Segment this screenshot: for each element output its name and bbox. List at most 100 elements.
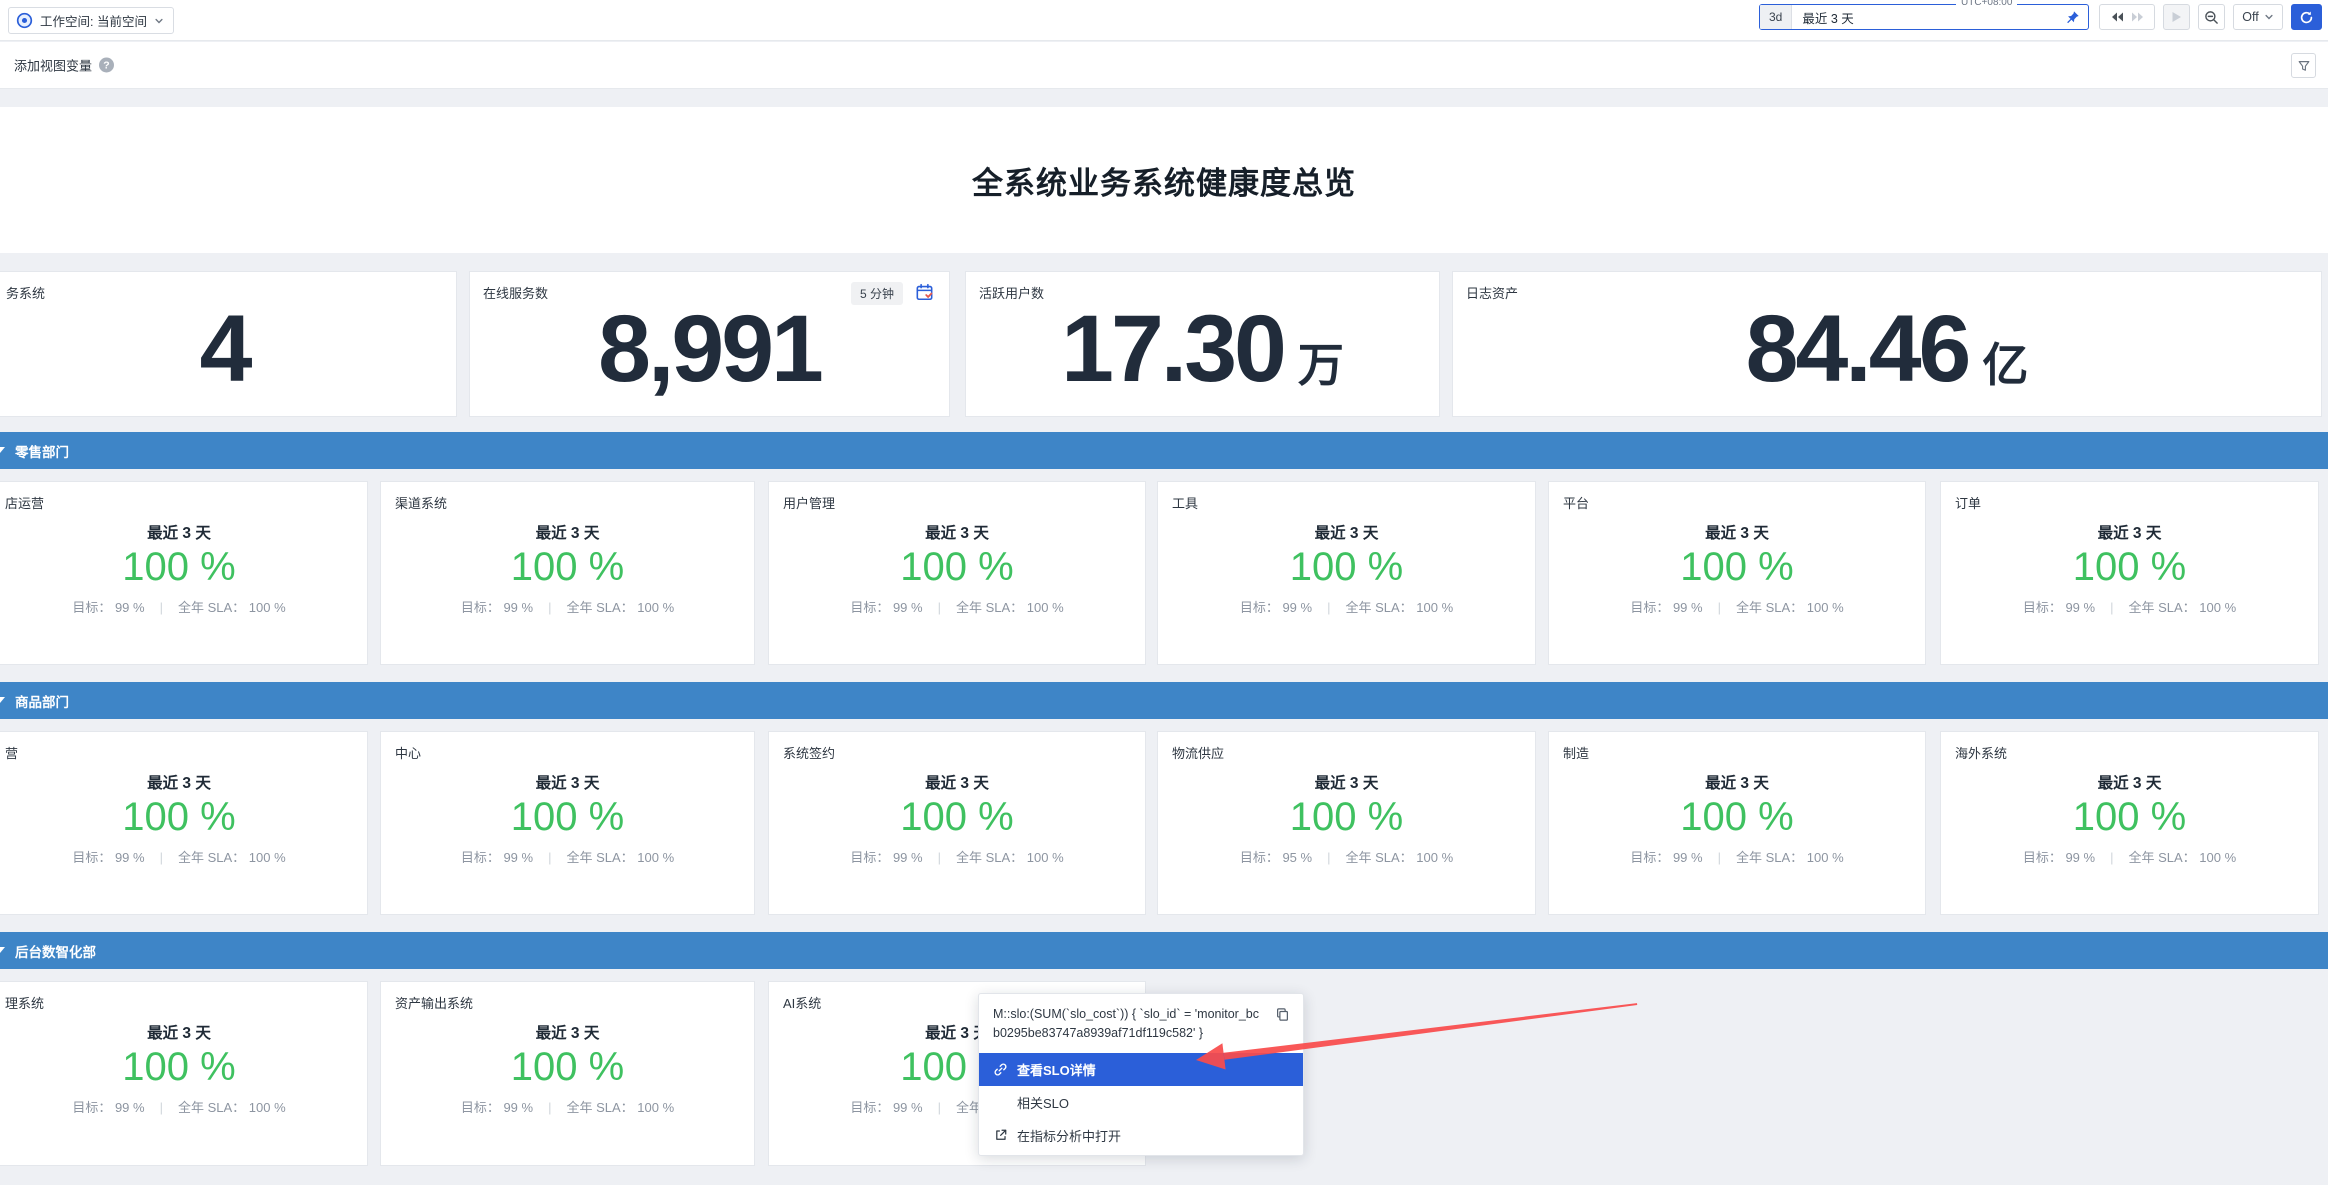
- zoom-out-button[interactable]: [2198, 4, 2225, 30]
- skip-forward-icon[interactable]: [2131, 11, 2145, 23]
- top-bar: 工作空间: 当前空间 UTC+08:00 3d 最近 3 天: [0, 0, 2328, 41]
- slo-card[interactable]: 渠道系统 最近 3 天 100 % 目标： 99 %|全年 SLA： 100 %: [380, 481, 755, 665]
- slo-value[interactable]: 100 %: [0, 546, 367, 588]
- slo-card-title: 用户管理: [783, 493, 835, 512]
- timezone-label: UTC+08:00: [1956, 0, 2017, 8]
- stat-label: 在线服务数: [483, 283, 548, 302]
- scheduled-refresh-icon: [915, 283, 934, 302]
- slo-value[interactable]: 100 %: [0, 796, 367, 838]
- slo-period: 最近 3 天: [0, 521, 367, 543]
- slo-meta: 目标： 99 %|全年 SLA： 100 %: [381, 1097, 754, 1116]
- help-icon[interactable]: ?: [99, 58, 114, 73]
- stat-value: 8,991: [598, 302, 821, 397]
- slo-card[interactable]: 店运营 最近 3 天 100 % 目标： 99 %|全年 SLA： 100 %: [0, 481, 368, 665]
- collapse-caret-icon: [0, 697, 5, 703]
- auto-refresh-dropdown[interactable]: Off: [2233, 4, 2283, 30]
- slo-meta: 目标： 99 %|全年 SLA： 100 %: [769, 597, 1145, 616]
- slo-period: 最近 3 天: [0, 1021, 367, 1043]
- time-range-input[interactable]: UTC+08:00 3d 最近 3 天: [1759, 4, 2089, 30]
- slo-meta: 目标： 99 %|全年 SLA： 100 %: [1549, 847, 1925, 866]
- slo-card-title: 店运营: [5, 493, 44, 512]
- slo-value[interactable]: 100 %: [0, 1046, 367, 1088]
- slo-value[interactable]: 100 %: [769, 796, 1145, 838]
- slo-card[interactable]: 营 最近 3 天 100 % 目标： 99 %|全年 SLA： 100 %: [0, 731, 368, 915]
- play-icon: [2171, 11, 2182, 23]
- slo-value[interactable]: 100 %: [1549, 796, 1925, 838]
- context-menu-item[interactable]: 在指标分析中打开: [979, 1119, 1303, 1152]
- section-title: 商品部门: [15, 691, 69, 711]
- slo-value[interactable]: 100 %: [381, 796, 754, 838]
- context-menu-item[interactable]: 相关SLO: [979, 1086, 1303, 1119]
- section-title: 零售部门: [15, 441, 69, 461]
- chevron-down-icon: [2264, 12, 2274, 22]
- slo-value[interactable]: 100 %: [1941, 546, 2318, 588]
- slo-period: 最近 3 天: [381, 771, 754, 793]
- slo-value[interactable]: 100 %: [381, 546, 754, 588]
- filter-button[interactable]: [2291, 53, 2316, 78]
- stat-value: 17.30: [1061, 302, 1284, 397]
- slo-period: 最近 3 天: [1158, 771, 1535, 793]
- slo-card-row: 店运营 最近 3 天 100 % 目标： 99 %|全年 SLA： 100 % …: [0, 481, 2328, 665]
- collapse-caret-icon: [0, 447, 5, 453]
- slo-card-title: 海外系统: [1955, 743, 2007, 762]
- refresh-button[interactable]: [2291, 4, 2322, 30]
- time-controls: UTC+08:00 3d 最近 3 天 Off: [1759, 4, 2322, 30]
- slo-card-title: 营: [5, 743, 18, 762]
- refresh-icon: [2299, 10, 2314, 25]
- stat-label: 日志资产: [1466, 283, 1518, 302]
- slo-card[interactable]: 系统签约 最近 3 天 100 % 目标： 99 %|全年 SLA： 100 %: [768, 731, 1146, 915]
- context-menu-item[interactable]: 查看SLO详情: [979, 1053, 1303, 1086]
- slo-card-title: 资产输出系统: [395, 993, 473, 1012]
- stat-label: 活跃用户数: [979, 283, 1044, 302]
- play-button[interactable]: [2163, 4, 2190, 30]
- funnel-icon: [2297, 59, 2311, 73]
- slo-value[interactable]: 100 %: [381, 1046, 754, 1088]
- slo-value[interactable]: 100 %: [1549, 546, 1925, 588]
- chevron-down-icon: [154, 16, 164, 26]
- slo-card[interactable]: 制造 最近 3 天 100 % 目标： 99 %|全年 SLA： 100 %: [1548, 731, 1926, 915]
- stat-card[interactable]: 在线服务数 5 分钟 8,991: [469, 271, 950, 417]
- copy-icon[interactable]: [1275, 1007, 1290, 1022]
- slo-meta: 目标： 99 %|全年 SLA： 100 %: [1941, 597, 2318, 616]
- external-link-icon: [993, 1128, 1008, 1143]
- slo-meta: 目标： 99 %|全年 SLA： 100 %: [1549, 597, 1925, 616]
- context-menu-item-label: 查看SLO详情: [1017, 1060, 1096, 1079]
- slo-card[interactable]: 订单 最近 3 天 100 % 目标： 99 %|全年 SLA： 100 %: [1940, 481, 2319, 665]
- stat-label: 务系统: [6, 283, 45, 302]
- slo-card[interactable]: 工具 最近 3 天 100 % 目标： 99 %|全年 SLA： 100 %: [1157, 481, 1536, 665]
- slo-card[interactable]: 用户管理 最近 3 天 100 % 目标： 99 %|全年 SLA： 100 %: [768, 481, 1146, 665]
- slo-period: 最近 3 天: [381, 1021, 754, 1043]
- slo-card[interactable]: 平台 最近 3 天 100 % 目标： 99 %|全年 SLA： 100 %: [1548, 481, 1926, 665]
- slo-period: 最近 3 天: [769, 771, 1145, 793]
- slo-card[interactable]: 海外系统 最近 3 天 100 % 目标： 99 %|全年 SLA： 100 %: [1940, 731, 2319, 915]
- pin-icon[interactable]: [2065, 10, 2080, 25]
- workspace-logo-icon: [16, 12, 33, 29]
- stat-card[interactable]: 务系统 4: [0, 271, 457, 417]
- slo-meta: 目标： 99 %|全年 SLA： 100 %: [381, 847, 754, 866]
- workspace-label: 工作空间: 当前空间: [40, 11, 147, 30]
- stat-unit: 万: [1298, 342, 1344, 388]
- page-title: 全系统业务系统健康度总览: [972, 158, 1356, 203]
- stat-card[interactable]: 日志资产 84.46 亿: [1452, 271, 2322, 417]
- section-header[interactable]: 零售部门: [0, 432, 2328, 469]
- stat-card[interactable]: 活跃用户数 17.30 万: [965, 271, 1440, 417]
- slo-card[interactable]: 资产输出系统 最近 3 天 100 % 目标： 99 %|全年 SLA： 100…: [380, 981, 755, 1166]
- slo-value[interactable]: 100 %: [1941, 796, 2318, 838]
- workspace-selector[interactable]: 工作空间: 当前空间: [8, 7, 174, 34]
- slo-card[interactable]: 中心 最近 3 天 100 % 目标： 99 %|全年 SLA： 100 %: [380, 731, 755, 915]
- slo-meta: 目标： 99 %|全年 SLA： 100 %: [0, 1097, 367, 1116]
- section-title: 后台数智化部: [15, 941, 96, 961]
- slo-value[interactable]: 100 %: [769, 546, 1145, 588]
- slo-context-menu: M::slo:(SUM(`slo_cost`)) { `slo_id` = 'm…: [978, 993, 1304, 1156]
- slo-card[interactable]: 理系统 最近 3 天 100 % 目标： 99 %|全年 SLA： 100 %: [0, 981, 368, 1166]
- collapse-caret-icon: [0, 947, 5, 953]
- view-variable-bar: 添加视图变量 ?: [0, 42, 2328, 89]
- slo-card-title: 订单: [1955, 493, 1981, 512]
- section-header[interactable]: 商品部门: [0, 682, 2328, 719]
- time-range-badge: 3d: [1760, 5, 1792, 29]
- section-header[interactable]: 后台数智化部: [0, 932, 2328, 969]
- slo-value[interactable]: 100 %: [1158, 546, 1535, 588]
- slo-card[interactable]: 物流供应 最近 3 天 100 % 目标： 95 %|全年 SLA： 100 %: [1157, 731, 1536, 915]
- skip-back-icon[interactable]: [2110, 11, 2124, 23]
- slo-value[interactable]: 100 %: [1158, 796, 1535, 838]
